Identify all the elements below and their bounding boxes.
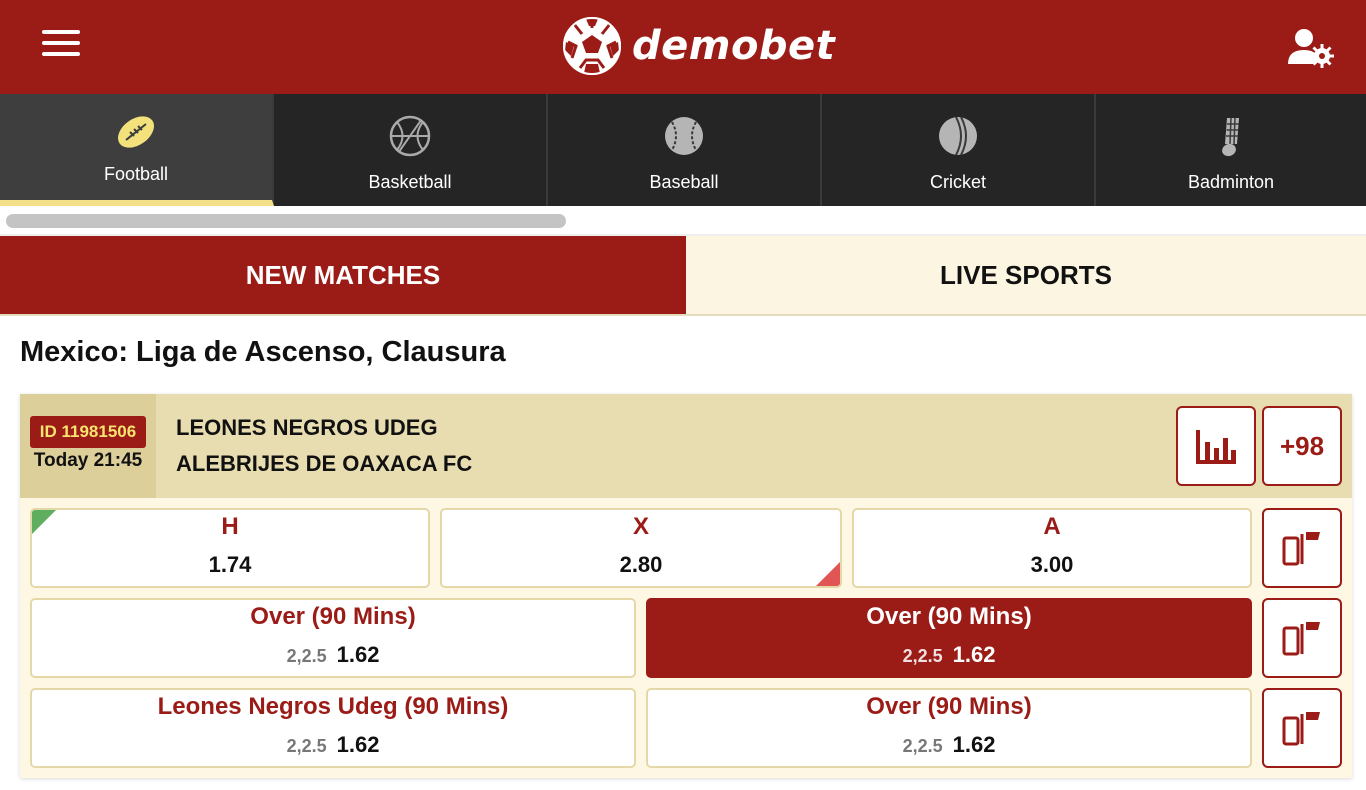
odds-label: X (632, 513, 649, 540)
market-switch-icon (1282, 712, 1320, 746)
market-switch-button[interactable] (1262, 508, 1342, 588)
market-label: Over (90 Mins) (250, 603, 416, 630)
away-team-name: ALEBRIJES DE OAXACA FC (176, 451, 473, 476)
odds-label: A (1043, 513, 1061, 540)
brand-logo[interactable]: demobet (562, 16, 835, 76)
market-over-button[interactable]: Over (90 Mins) 2,2.5 1.62 (646, 688, 1252, 768)
market-value: 1.62 (952, 642, 996, 667)
odds-value: 3.00 (1030, 552, 1074, 577)
baseball-icon (665, 117, 703, 155)
shuttlecock-icon (1222, 117, 1239, 157)
tab-live-sports[interactable]: LIVE SPORTS (686, 236, 1366, 314)
sport-label: Cricket (929, 172, 986, 192)
market-label: Over (90 Mins) (866, 693, 1032, 720)
home-team-name: LEONES NEGROS UDEG (176, 415, 438, 440)
market-label: Over (90 Mins) (866, 603, 1032, 630)
more-markets-button[interactable]: +98 (1262, 406, 1342, 486)
market-odds: 2,2.5 1.62 (32, 732, 634, 758)
sport-tab-cricket[interactable]: Cricket (822, 94, 1096, 206)
market-line: 2,2.5 (902, 646, 943, 666)
market-line: 2,2.5 (286, 736, 327, 756)
bar-chart-icon (1196, 430, 1236, 464)
league-title: Mexico: Liga de Ascenso, Clausura (20, 336, 506, 368)
market-team-button[interactable]: Leones Negros Udeg (90 Mins) 2,2.5 1.62 (30, 688, 636, 768)
odds-label: H (221, 513, 239, 540)
sports-nav: Football Basketball Baseball Cricket Bad… (0, 94, 1366, 206)
hamburger-icon[interactable] (42, 30, 82, 58)
market-switch-icon (1282, 622, 1320, 656)
sport-tab-badminton[interactable]: Badminton (1096, 94, 1366, 206)
sport-tab-basketball[interactable]: Basketball (274, 94, 548, 206)
market-value: 1.62 (336, 642, 380, 667)
match-card: ID 11981506 Today 21:45 LEONES NEGROS UD… (20, 394, 1352, 778)
sport-label: Baseball (649, 172, 719, 192)
brand-name: demobet (632, 23, 836, 69)
market-over-button[interactable]: Over (90 Mins) 2,2.5 1.62 (30, 598, 636, 678)
market-switch-button[interactable] (1262, 688, 1342, 768)
odds-away-button[interactable]: A 3.00 (852, 508, 1252, 588)
football-icon (117, 116, 155, 148)
sport-label: Basketball (368, 172, 452, 192)
match-id-badge: ID 11981506 (30, 416, 146, 448)
odds-value: 1.74 (208, 552, 252, 577)
sports-scroll-track (0, 206, 1366, 236)
horizontal-scrollbar-thumb[interactable] (6, 214, 566, 228)
sport-label: Football (103, 164, 169, 184)
market-odds: 2,2.5 1.62 (648, 642, 1250, 668)
cricket-ball-icon (939, 116, 977, 156)
top-header: demobet (0, 0, 1366, 94)
statistics-button[interactable] (1176, 406, 1256, 486)
market-value: 1.62 (336, 732, 380, 757)
market-value: 1.62 (952, 732, 996, 757)
market-over-button-selected[interactable]: Over (90 Mins) 2,2.5 1.62 (646, 598, 1252, 678)
market-switch-button[interactable] (1262, 598, 1342, 678)
sport-label: Badminton (1187, 172, 1275, 192)
market-line: 2,2.5 (286, 646, 327, 666)
odds-draw-button[interactable]: X 2.80 (440, 508, 842, 588)
user-settings-icon[interactable] (1286, 26, 1334, 68)
odds-down-indicator (816, 562, 840, 586)
sport-tab-football[interactable]: Football (0, 94, 274, 206)
market-odds: 2,2.5 1.62 (648, 732, 1250, 758)
basketball-icon (389, 115, 431, 157)
sport-tab-baseball[interactable]: Baseball (548, 94, 822, 206)
match-header: ID 11981506 Today 21:45 LEONES NEGROS UD… (20, 394, 1352, 498)
market-switch-icon (1282, 532, 1320, 566)
tab-new-matches[interactable]: NEW MATCHES (0, 236, 686, 314)
match-time: Today 21:45 (33, 450, 143, 471)
odds-home-button[interactable]: H 1.74 (30, 508, 430, 588)
main-tabs: NEW MATCHES LIVE SPORTS (0, 236, 1366, 316)
market-line: 2,2.5 (902, 736, 943, 756)
match-id-box: ID 11981506 Today 21:45 (20, 394, 156, 498)
market-label: Leones Negros Udeg (90 Mins) (157, 693, 509, 720)
market-odds: 2,2.5 1.62 (32, 642, 634, 668)
soccer-ball-icon (563, 17, 621, 75)
odds-value: 2.80 (619, 552, 663, 577)
